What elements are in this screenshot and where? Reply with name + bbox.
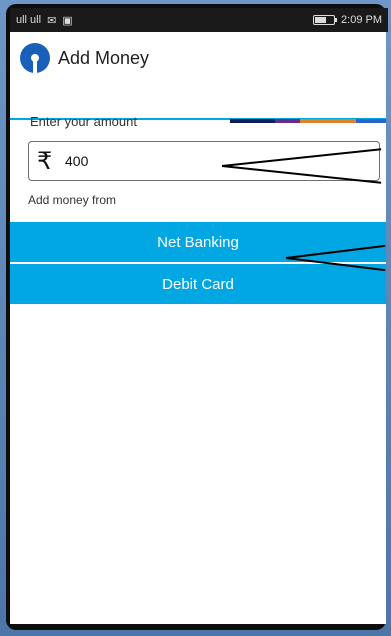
- app-bar: Add Money: [10, 32, 386, 84]
- page-title: Add Money: [58, 47, 150, 68]
- rupee-icon: ₹: [37, 147, 53, 175]
- amount-input[interactable]: ₹ 400: [28, 141, 380, 181]
- bank-logo-icon: [20, 43, 50, 73]
- form-content: Enter your amount ₹ 400 Add money from: [28, 114, 380, 207]
- signal-icon: ull ull: [16, 14, 42, 26]
- status-right: 2:09 PM: [313, 14, 382, 26]
- add-from-label: Add money from: [28, 193, 117, 207]
- status-bar: ull ull ✉ ▣ 2:09 PM: [10, 8, 388, 32]
- status-left: ull ull ✉ ▣: [16, 14, 73, 27]
- status-time: 2:09 PM: [341, 14, 382, 26]
- net-banking-button[interactable]: Net Banking: [10, 222, 386, 262]
- image-icon: ▣: [62, 14, 73, 27]
- amount-label: Enter your amount: [30, 114, 137, 129]
- amount-value: 400: [65, 153, 89, 169]
- app-screen: Add Money Enter your amount ₹ 400 Add mo…: [10, 32, 386, 624]
- message-icon: ✉: [47, 14, 57, 27]
- battery-icon: [313, 15, 338, 25]
- debit-card-button[interactable]: Debit Card: [10, 264, 386, 304]
